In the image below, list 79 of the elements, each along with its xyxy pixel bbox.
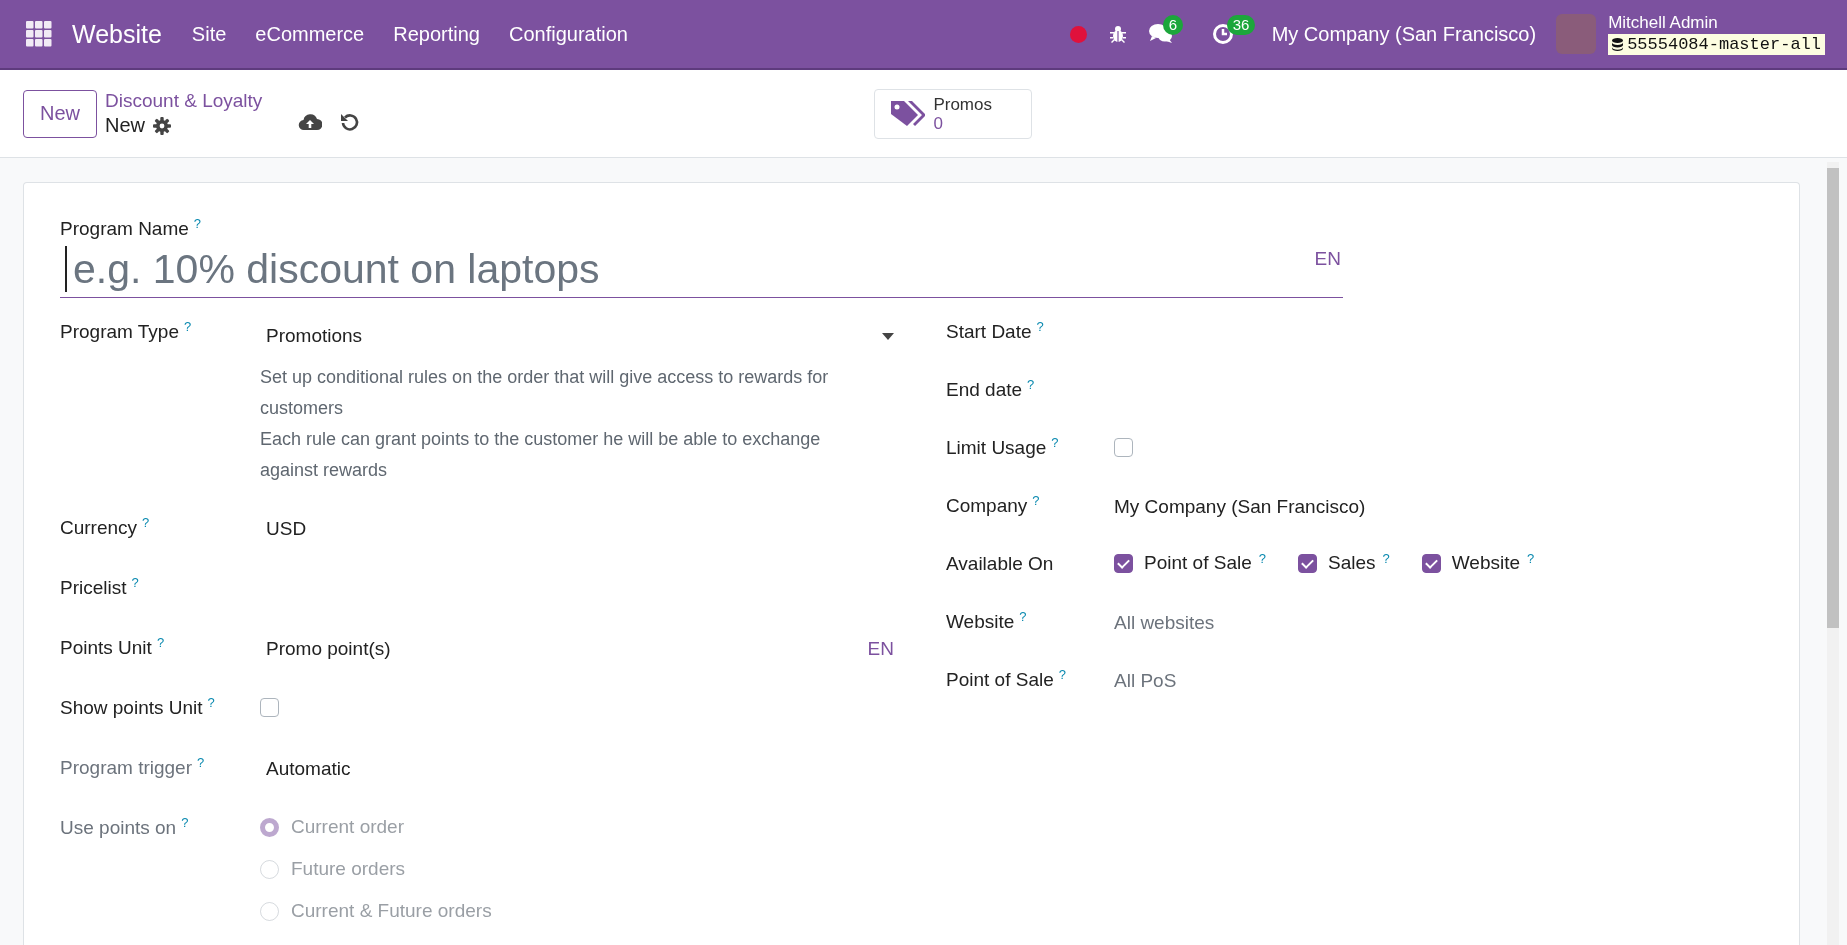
promos-smart-button[interactable]: Promos 0 [874, 88, 1033, 139]
notification-badge: 36 [1226, 15, 1256, 35]
clock-icon[interactable] [1211, 23, 1234, 45]
new-button[interactable]: New [23, 89, 97, 138]
field-description: Each rule can grant points to the customer he will be able to exchange against rewards [260, 428, 822, 482]
field-label: Point of Sale [946, 668, 1054, 692]
program-type-select[interactable]: Promotions [260, 320, 900, 350]
field-value: My Company (San Francisco) [1114, 496, 1366, 518]
scrollbar-thumb[interactable] [1827, 168, 1839, 628]
help-tooltip[interactable]: ? [1527, 552, 1535, 565]
notification-badge: 6 [1162, 15, 1183, 35]
help-tooltip[interactable]: ? [193, 217, 202, 230]
caret-icon [882, 332, 894, 340]
app-name[interactable]: Website [72, 19, 162, 49]
radio-label: Future orders [291, 858, 406, 880]
field-label: Available On [946, 552, 1054, 576]
language-button[interactable]: EN [867, 638, 894, 660]
breadcrumb-link[interactable]: Discount & Loyalty [105, 90, 263, 112]
tags-icon [889, 98, 926, 129]
help-tooltip[interactable]: ? [181, 816, 189, 829]
help-tooltip[interactable]: ? [1036, 320, 1044, 333]
help-tooltip[interactable]: ? [197, 756, 205, 769]
field-label: Company [946, 494, 1028, 518]
help-tooltip[interactable]: ? [184, 320, 192, 333]
recording-dot-icon[interactable] [1069, 25, 1087, 43]
checkbox[interactable] [1114, 438, 1133, 457]
help-tooltip[interactable]: ? [156, 636, 165, 649]
checkbox[interactable] [1421, 554, 1441, 573]
checkbox[interactable] [260, 698, 279, 717]
checkbox-label: Website [1451, 552, 1521, 574]
menu-item[interactable]: Site [191, 22, 227, 46]
field-label: Use points on [60, 816, 177, 840]
user-name[interactable]: Mitchell Admin [1608, 13, 1825, 32]
database-label: 55554084-master-all [1608, 33, 1825, 55]
help-tooltip[interactable]: ? [131, 576, 139, 589]
help-tooltip[interactable]: ? [1027, 378, 1035, 391]
record-title: New [105, 114, 146, 137]
help-tooltip[interactable]: ? [1058, 668, 1066, 681]
field-label: Program Type [60, 320, 179, 344]
help-tooltip[interactable]: ? [207, 696, 215, 709]
bug-icon[interactable] [1107, 24, 1128, 44]
help-tooltip[interactable]: ? [142, 516, 150, 529]
help-tooltip[interactable]: ? [1258, 552, 1266, 565]
help-tooltip[interactable]: ? [1019, 610, 1027, 623]
menu-item[interactable]: Reporting [393, 22, 480, 46]
checkbox[interactable] [1114, 554, 1133, 573]
field-label: Points Unit [60, 636, 152, 660]
field-value: Automatic [266, 758, 351, 780]
field-label: Pricelist [60, 576, 127, 600]
company-switcher[interactable]: My Company (San Francisco) [1271, 22, 1537, 46]
field-label: Limit Usage [946, 436, 1047, 460]
field-description: Set up conditional rules on the order that will give access to rewards for customers [260, 366, 830, 420]
radio-label: Current order [291, 816, 404, 838]
menu-item[interactable]: eCommerce [255, 22, 365, 46]
database-icon [1612, 37, 1624, 51]
settings-icon[interactable] [153, 116, 172, 135]
field-label: Show points Unit [60, 696, 203, 720]
field-label: Currency [60, 516, 138, 540]
field-label: Start Date [946, 320, 1032, 344]
help-tooltip[interactable]: ? [1032, 494, 1040, 507]
undo-icon[interactable] [340, 111, 361, 132]
field-label: End date [946, 378, 1023, 402]
checkbox-label: Point of Sale [1144, 552, 1252, 574]
radio-label: Current & Future orders [291, 900, 492, 922]
help-tooltip[interactable]: ? [1382, 552, 1390, 565]
field-label: Program Name [60, 217, 189, 241]
field-value: USD [266, 518, 307, 540]
cloud-upload-icon[interactable] [298, 112, 323, 131]
menu-item[interactable]: Configuration [508, 22, 628, 46]
apps-menu-icon[interactable] [26, 21, 52, 47]
checkbox-label: Sales [1328, 552, 1376, 574]
field-label: Program trigger [60, 756, 192, 780]
scrollbar[interactable] [1827, 162, 1839, 945]
language-button[interactable]: EN [1314, 248, 1341, 270]
field-value: Promo point(s) [266, 638, 391, 660]
checkbox[interactable] [1298, 554, 1317, 573]
help-tooltip[interactable]: ? [1051, 436, 1059, 449]
radio-button[interactable] [260, 817, 279, 837]
field-label: Website [946, 610, 1015, 634]
